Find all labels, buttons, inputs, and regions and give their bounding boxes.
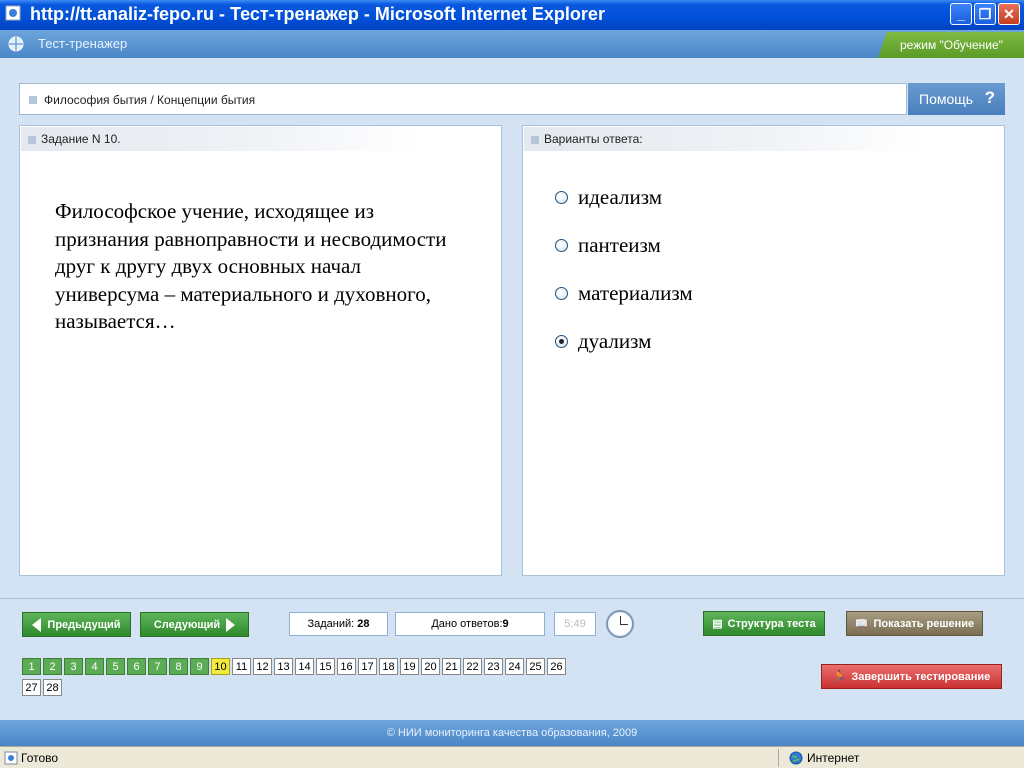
task-number-24[interactable]: 24: [505, 658, 524, 675]
task-number-11[interactable]: 11: [232, 658, 251, 675]
status-text: Готово: [21, 751, 59, 765]
next-button[interactable]: Следующий: [140, 612, 249, 637]
app-header: Тест-тренажер режим "Обучение": [0, 30, 1024, 58]
runner-icon: 🏃: [832, 671, 847, 683]
security-zone: Интернет: [807, 751, 860, 765]
task-number-25[interactable]: 25: [526, 658, 545, 675]
question-mark-icon: ?: [984, 88, 995, 107]
question-text: Философское учение, исходящее из признан…: [55, 199, 447, 333]
breadcrumb-text: Философия бытия / Концепции бытия: [44, 93, 256, 107]
document-icon: ▤: [712, 618, 723, 630]
maximize-button[interactable]: ❐: [974, 3, 996, 25]
status-divider: [778, 749, 779, 767]
answer-label[interactable]: идеализм: [578, 185, 662, 210]
task-number-18[interactable]: 18: [379, 658, 398, 675]
question-number: Задание N 10.: [41, 132, 121, 146]
tasks-count-box: Заданий: 28: [289, 612, 388, 636]
task-number-28[interactable]: 28: [43, 679, 62, 696]
task-number-1[interactable]: 1: [22, 658, 41, 675]
task-number-20[interactable]: 20: [421, 658, 440, 675]
radio-button[interactable]: [555, 239, 568, 252]
answered-label: Дано ответов:: [431, 618, 503, 630]
next-label: Следующий: [153, 618, 221, 631]
task-number-8[interactable]: 8: [169, 658, 188, 675]
answer-option-1[interactable]: идеализм: [555, 185, 662, 210]
answer-option-2[interactable]: пантеизм: [555, 233, 661, 258]
task-number-12[interactable]: 12: [253, 658, 272, 675]
arrow-right-icon: [226, 617, 236, 632]
answers-count-box: Дано ответов: 9: [395, 612, 545, 636]
tasks-label: Заданий:: [307, 618, 355, 630]
show-solution-button[interactable]: 📖 Показать решение: [846, 611, 983, 636]
test-structure-button[interactable]: ▤ Структура теста: [703, 611, 825, 636]
bullet-square-icon: [29, 96, 37, 104]
page-icon: [4, 751, 18, 765]
copyright-footer: © НИИ мониторинга качества образования, …: [0, 720, 1024, 746]
browser-window-title: http://tt.analiz-fepo.ru - Тест-тренажер…: [30, 4, 605, 24]
answer-option-3[interactable]: материализм: [555, 281, 693, 306]
window-controls: _ ❐ ✕: [950, 3, 1020, 25]
ie-page-icon: [5, 5, 21, 21]
task-number-17[interactable]: 17: [358, 658, 377, 675]
answer-option-4[interactable]: дуализм: [555, 329, 651, 354]
question-panel: Задание N 10. Философское учение, исходя…: [19, 125, 502, 576]
mode-badge: режим "Обучение": [878, 32, 1024, 58]
finish-test-button[interactable]: 🏃 Завершить тестирование: [821, 664, 1002, 689]
structure-label: Структура теста: [727, 617, 816, 630]
previous-label: Предыдущий: [47, 618, 121, 631]
breadcrumb: Философия бытия / Концепции бытия: [19, 83, 907, 115]
minimize-button[interactable]: _: [950, 3, 972, 25]
bullet-square-icon: [28, 136, 36, 144]
task-number-19[interactable]: 19: [400, 658, 419, 675]
bullet-square-icon: [531, 136, 539, 144]
radio-button[interactable]: [555, 287, 568, 300]
answer-label[interactable]: пантеизм: [578, 233, 661, 258]
browser-status-bar: Готово Интернет: [0, 746, 1024, 768]
app-title: Тест-тренажер: [38, 36, 128, 51]
task-number-15[interactable]: 15: [316, 658, 335, 675]
task-number-4[interactable]: 4: [85, 658, 104, 675]
answer-label[interactable]: дуализм: [578, 329, 651, 354]
task-number-23[interactable]: 23: [484, 658, 503, 675]
help-button[interactable]: Помощь ?: [908, 83, 1005, 115]
task-number-7[interactable]: 7: [148, 658, 167, 675]
task-number-21[interactable]: 21: [442, 658, 461, 675]
task-number-9[interactable]: 9: [190, 658, 209, 675]
task-number-13[interactable]: 13: [274, 658, 293, 675]
globe-icon: [8, 36, 24, 52]
tasks-count: 28: [357, 618, 370, 630]
answer-label[interactable]: материализм: [578, 281, 693, 306]
answered-count: 9: [502, 618, 509, 630]
timer-display: 5:49: [554, 612, 596, 636]
question-panel-header: Задание N 10.: [21, 127, 421, 151]
task-number-16[interactable]: 16: [337, 658, 356, 675]
task-number-22[interactable]: 22: [463, 658, 482, 675]
answers-panel-header: Варианты ответа:: [524, 127, 924, 151]
previous-button[interactable]: Предыдущий: [22, 612, 131, 637]
task-number-6[interactable]: 6: [127, 658, 146, 675]
clock-icon: [606, 610, 634, 638]
radio-button[interactable]: [555, 191, 568, 204]
help-label: Помощь: [919, 91, 974, 107]
answers-panel: Варианты ответа: идеализм пантеизм матер…: [522, 125, 1005, 576]
task-number-26[interactable]: 26: [547, 658, 566, 675]
close-button[interactable]: ✕: [998, 3, 1020, 25]
arrow-left-icon: [32, 617, 42, 632]
browser-title-bar: http://tt.analiz-fepo.ru - Тест-тренажер…: [0, 0, 1024, 30]
task-number-3[interactable]: 3: [64, 658, 83, 675]
task-number-10[interactable]: 10: [211, 658, 230, 675]
book-icon: 📖: [854, 618, 869, 630]
answers-header: Варианты ответа:: [544, 132, 643, 146]
task-number-14[interactable]: 14: [295, 658, 314, 675]
task-number-5[interactable]: 5: [106, 658, 125, 675]
solution-label: Показать решение: [873, 617, 975, 630]
internet-globe-icon: [789, 751, 803, 765]
finish-label: Завершить тестирование: [851, 670, 991, 683]
task-number-2[interactable]: 2: [43, 658, 62, 675]
task-number-27[interactable]: 27: [22, 679, 41, 696]
divider: [0, 598, 1024, 599]
radio-button-selected[interactable]: [555, 335, 568, 348]
